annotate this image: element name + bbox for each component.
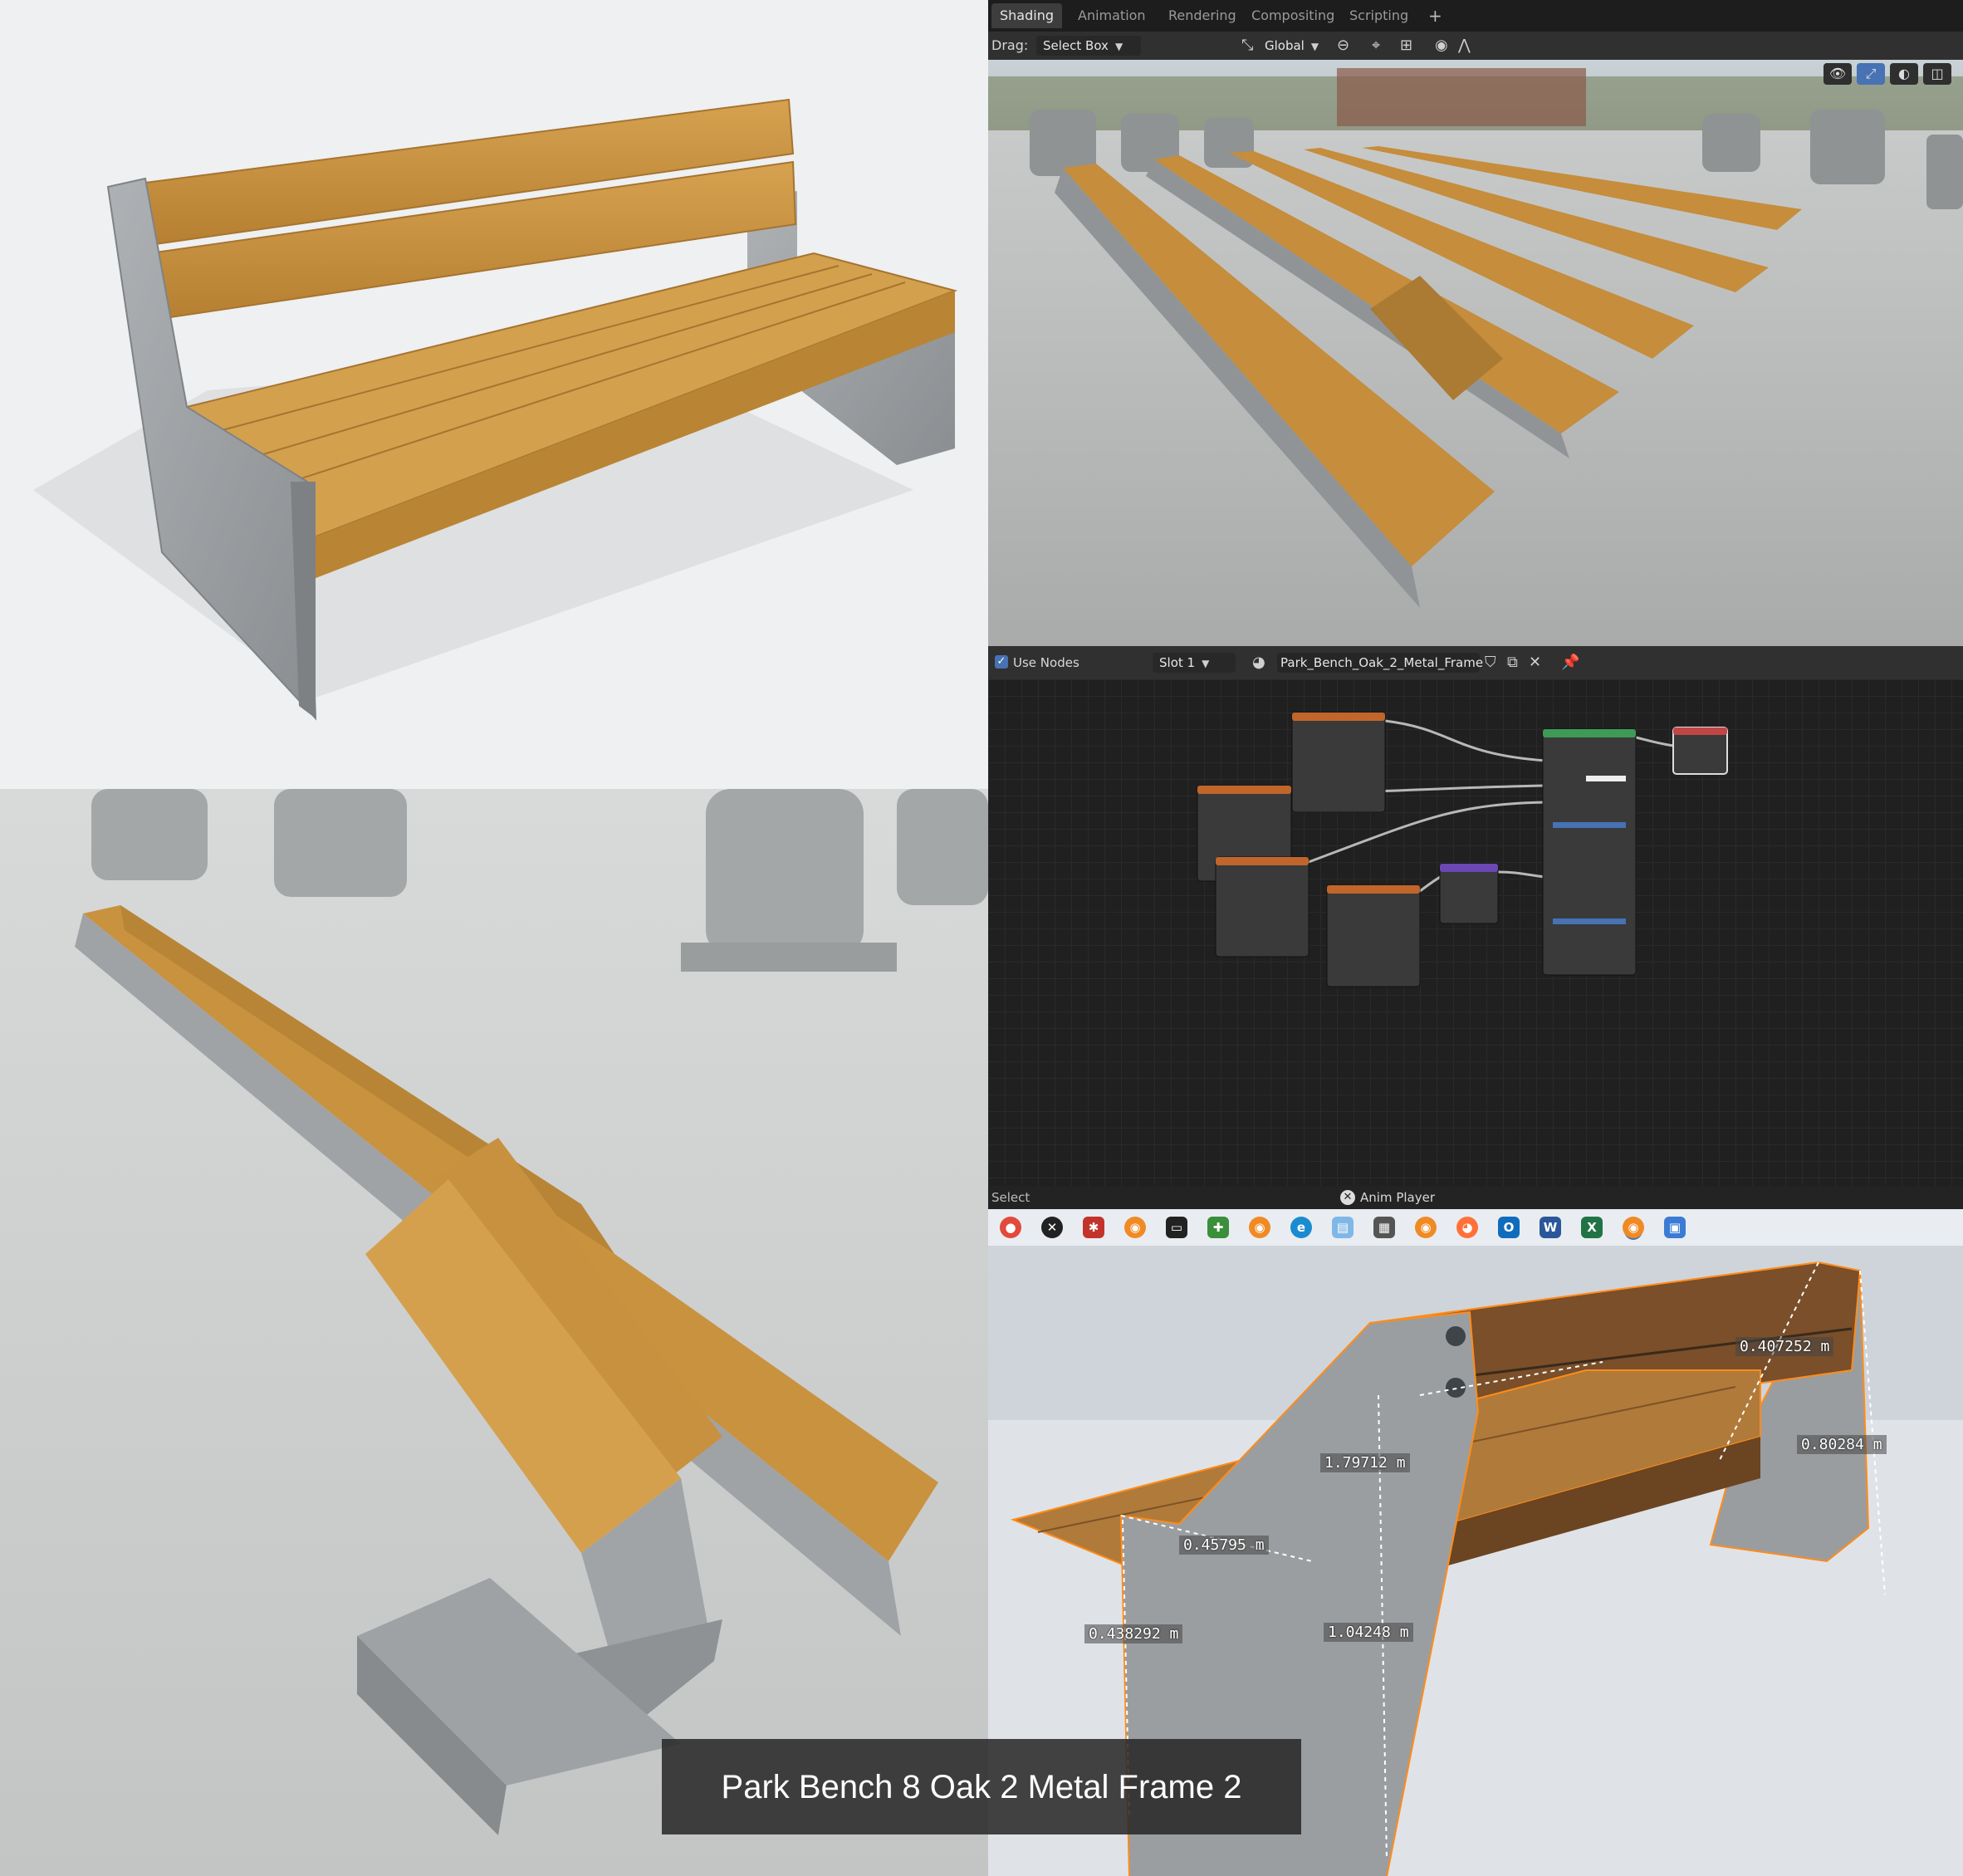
proportional-edit-icon[interactable]: ◉ [1435, 32, 1448, 60]
slot-value: Slot 1 [1159, 655, 1196, 670]
os-taskbar: ● ✕ ✱ ◉ ▭ ✚ ◉ e ▤ ▦ ◉ ◕ O W X ◉ ▣ [988, 1209, 1963, 1246]
principled-bsdf-node [1542, 728, 1637, 976]
chrome-icon[interactable]: ● [1000, 1217, 1021, 1238]
tab-animation[interactable]: Animation [1070, 3, 1154, 28]
use-nodes-label: Use Nodes [1013, 655, 1079, 670]
viewport-header: Drag: Select Box ▼ ⤡ Global ▼ ⊖ ⌖ ⊞ ◉ ⋀ [988, 32, 1963, 60]
word-icon[interactable]: W [1540, 1217, 1561, 1238]
visibility-icon[interactable]: 👁 [1823, 63, 1852, 85]
gizmo-icon[interactable]: ⤢ [1857, 63, 1885, 85]
status-bar: Select ✕ Anim Player [988, 1186, 1963, 1209]
checkbox-icon[interactable]: ✓ [995, 655, 1008, 669]
drag-mode-dropdown[interactable]: Select Box ▼ [1036, 36, 1141, 56]
measurement-label: 0.438292 m [1084, 1624, 1183, 1643]
edge-icon[interactable]: e [1290, 1217, 1312, 1238]
excel-icon[interactable]: X [1581, 1217, 1603, 1238]
viewport-overlay-icons: 👁 ⤢ ◐ ◫ [1819, 63, 1951, 88]
measurement-label: 0.45795 m [1179, 1536, 1269, 1555]
tab-rendering[interactable]: Rendering [1160, 3, 1245, 28]
xbox-icon[interactable]: ✕ [1041, 1217, 1063, 1238]
notes-icon[interactable]: ▤ [1332, 1217, 1354, 1238]
node-editor-header: ✓ Use Nodes Slot 1 ▼ ◕ Park_Bench_Oak_2_M… [988, 646, 1963, 679]
tab-compositing[interactable]: Compositing [1243, 3, 1343, 28]
material-browse-icon[interactable]: ◕ [1252, 649, 1265, 677]
firefox-icon[interactable]: ◕ [1456, 1217, 1478, 1238]
blender-window: Shading Animation Rendering Compositing … [988, 0, 1963, 1246]
status-select-label: Select [991, 1190, 1030, 1205]
image-texture-node [1215, 856, 1309, 958]
blender-icon[interactable]: ◉ [1124, 1217, 1146, 1238]
orientation-value: Global [1265, 38, 1305, 53]
shading-icon[interactable]: ◫ [1923, 63, 1951, 85]
outlook-icon[interactable]: O [1498, 1217, 1520, 1238]
3d-viewport[interactable] [988, 60, 1963, 646]
drag-label: Drag: [991, 37, 1029, 53]
orientation-dropdown[interactable]: Global ▼ [1258, 36, 1336, 56]
pivot-icon[interactable]: ⊖ [1337, 32, 1349, 60]
pin-icon[interactable]: 📌 [1561, 649, 1579, 677]
close-circle-icon[interactable]: ✕ [1340, 1190, 1355, 1205]
blender-icon[interactable]: ◉ [1249, 1217, 1270, 1238]
overlay-icon[interactable]: ◐ [1890, 63, 1918, 85]
tab-shading[interactable]: Shading [991, 3, 1062, 28]
normal-map-node [1439, 863, 1499, 924]
tab-scripting[interactable]: Scripting [1341, 3, 1417, 28]
blender-icon[interactable]: ◉ [1415, 1217, 1437, 1238]
plus-icon[interactable]: + [1420, 3, 1451, 28]
transform-orientation-icon: ⤡ [1241, 37, 1254, 54]
falloff-icon[interactable]: ⋀ [1458, 32, 1471, 60]
screenshot-icon[interactable]: ▣ [1664, 1217, 1686, 1238]
puzzle-icon[interactable]: ✱ [1083, 1217, 1104, 1238]
terminal-icon[interactable]: ▭ [1166, 1217, 1187, 1238]
render-bench-row [0, 789, 988, 1876]
measurement-label: 1.79712 m [1320, 1453, 1410, 1472]
calculator-icon[interactable]: ▦ [1373, 1217, 1395, 1238]
measurement-label: 0.80284 m [1797, 1435, 1887, 1454]
chevron-down-icon: ▼ [1202, 658, 1210, 669]
chevron-down-icon: ▼ [1114, 41, 1123, 52]
drag-mode-value: Select Box [1043, 38, 1109, 53]
product-caption: Park Bench 8 Oak 2 Metal Frame 2 [662, 1739, 1301, 1834]
image-texture-node [1291, 712, 1386, 813]
shield-icon[interactable]: ⛉ [1485, 649, 1496, 677]
image-texture-node [1326, 884, 1421, 987]
chevron-down-icon: ▼ [1310, 41, 1319, 52]
slot-dropdown[interactable]: Slot 1 ▼ [1153, 653, 1236, 673]
duplicate-icon[interactable]: ⧉ [1507, 649, 1518, 677]
caption-text: Park Bench 8 Oak 2 Metal Frame 2 [721, 1769, 1242, 1805]
snap-target-icon[interactable]: ⊞ [1400, 32, 1412, 60]
snap-icon[interactable]: ⌖ [1372, 32, 1380, 60]
measurement-label: 0.407252 m [1735, 1337, 1834, 1356]
editor-icon[interactable]: ✚ [1207, 1217, 1229, 1238]
close-icon[interactable]: ✕ [1529, 649, 1541, 677]
blender-icon[interactable]: ◉ [1623, 1217, 1644, 1238]
render-studio-bench [0, 0, 988, 789]
shader-node-editor[interactable] [988, 679, 1963, 1186]
material-output-node [1672, 727, 1728, 775]
anim-player-label: Anim Player [1360, 1190, 1435, 1205]
workspace-tabs: Shading Animation Rendering Compositing … [988, 0, 1963, 32]
measurement-label: 1.04248 m [1324, 1623, 1413, 1642]
material-name-field[interactable]: Park_Bench_Oak_2_Metal_Frame [1277, 653, 1483, 673]
